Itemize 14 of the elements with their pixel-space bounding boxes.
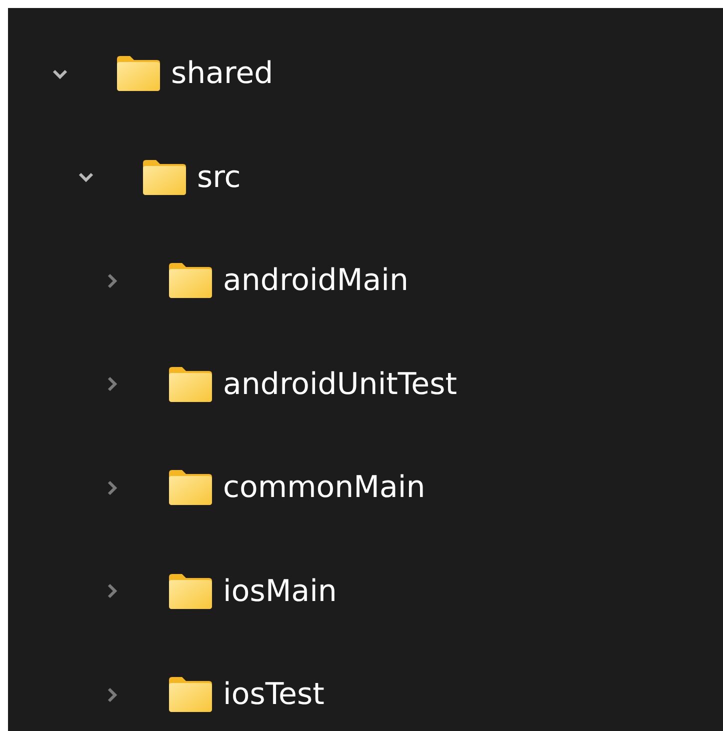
folder-name[interactable]: src bbox=[197, 160, 241, 195]
folder-name[interactable]: commonMain bbox=[223, 470, 426, 506]
folder-name[interactable]: androidUnitTest bbox=[223, 366, 457, 402]
folder-icon bbox=[167, 572, 213, 610]
folder-name[interactable]: shared bbox=[171, 56, 274, 92]
folder-name[interactable]: iosMain bbox=[223, 574, 337, 609]
folder-icon bbox=[141, 158, 187, 196]
folder-icon bbox=[167, 366, 213, 403]
folder-icon bbox=[167, 469, 213, 506]
folder-icon bbox=[167, 262, 213, 300]
folder-name[interactable]: androidMain bbox=[223, 263, 408, 298]
folder-icon bbox=[115, 55, 161, 92]
folder-icon bbox=[167, 676, 213, 714]
folder-name[interactable]: iosTest bbox=[223, 677, 324, 712]
